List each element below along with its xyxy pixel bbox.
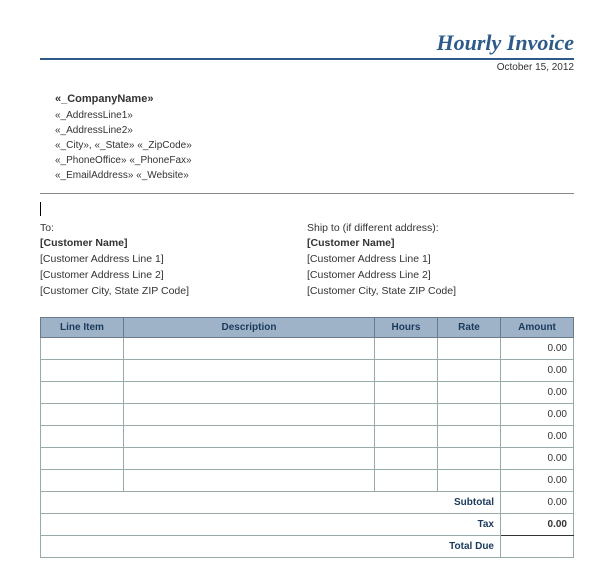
- line-items-table: Line Item Description Hours Rate Amount …: [40, 317, 574, 558]
- invoice-title: Hourly Invoice: [40, 30, 574, 60]
- cell-amount: 0.00: [501, 338, 574, 360]
- table-row[interactable]: 0.00: [41, 404, 574, 426]
- table-row[interactable]: 0.00: [41, 382, 574, 404]
- col-hours: Hours: [375, 318, 438, 338]
- bill-to-name: [Customer Name]: [40, 236, 307, 252]
- subtotal-value: 0.00: [501, 492, 574, 514]
- cell-amount: 0.00: [501, 404, 574, 426]
- company-block: «_CompanyName» «_AddressLine1» «_Address…: [55, 91, 574, 183]
- bill-to-city: [Customer City, State ZIP Code]: [40, 284, 307, 300]
- cell-amount: 0.00: [501, 470, 574, 492]
- address-section: To: [Customer Name] [Customer Address Li…: [40, 221, 574, 300]
- tax-value: 0.00: [501, 514, 574, 536]
- bill-to-block: To: [Customer Name] [Customer Address Li…: [40, 221, 307, 300]
- text-cursor: [40, 202, 41, 216]
- company-addr2: «_AddressLine2»: [55, 123, 574, 138]
- company-addr1: «_AddressLine1»: [55, 108, 574, 123]
- cell-amount: 0.00: [501, 360, 574, 382]
- company-phone-line: «_PhoneOffice» «_PhoneFax»: [55, 153, 574, 168]
- totaldue-value: [501, 536, 574, 558]
- table-row[interactable]: 0.00: [41, 360, 574, 382]
- ship-to-name: [Customer Name]: [307, 236, 574, 252]
- invoice-date: October 15, 2012: [40, 62, 574, 73]
- totaldue-label: Total Due: [41, 536, 501, 558]
- tax-row: Tax 0.00: [41, 514, 574, 536]
- divider: [40, 193, 574, 194]
- cell-amount: 0.00: [501, 448, 574, 470]
- subtotal-row: Subtotal 0.00: [41, 492, 574, 514]
- table-row[interactable]: 0.00: [41, 470, 574, 492]
- company-name: «_CompanyName»: [55, 91, 574, 108]
- table-row[interactable]: 0.00: [41, 448, 574, 470]
- ship-to-block: Ship to (if different address): [Custome…: [307, 221, 574, 300]
- bill-to-addr1: [Customer Address Line 1]: [40, 252, 307, 268]
- col-line-item: Line Item: [41, 318, 124, 338]
- cell-amount: 0.00: [501, 426, 574, 448]
- ship-to-label: Ship to (if different address):: [307, 221, 574, 237]
- table-row[interactable]: 0.00: [41, 426, 574, 448]
- totaldue-row: Total Due: [41, 536, 574, 558]
- bill-to-label: To:: [40, 221, 307, 237]
- company-web-line: «_EmailAddress» «_Website»: [55, 168, 574, 183]
- company-city-line: «_City», «_State» «_ZipCode»: [55, 138, 574, 153]
- bill-to-addr2: [Customer Address Line 2]: [40, 268, 307, 284]
- col-rate: Rate: [438, 318, 501, 338]
- ship-to-addr1: [Customer Address Line 1]: [307, 252, 574, 268]
- table-header-row: Line Item Description Hours Rate Amount: [41, 318, 574, 338]
- ship-to-addr2: [Customer Address Line 2]: [307, 268, 574, 284]
- tax-label: Tax: [41, 514, 501, 536]
- ship-to-city: [Customer City, State ZIP Code]: [307, 284, 574, 300]
- subtotal-label: Subtotal: [41, 492, 501, 514]
- table-row[interactable]: 0.00: [41, 338, 574, 360]
- col-amount: Amount: [501, 318, 574, 338]
- cell-amount: 0.00: [501, 382, 574, 404]
- col-description: Description: [124, 318, 375, 338]
